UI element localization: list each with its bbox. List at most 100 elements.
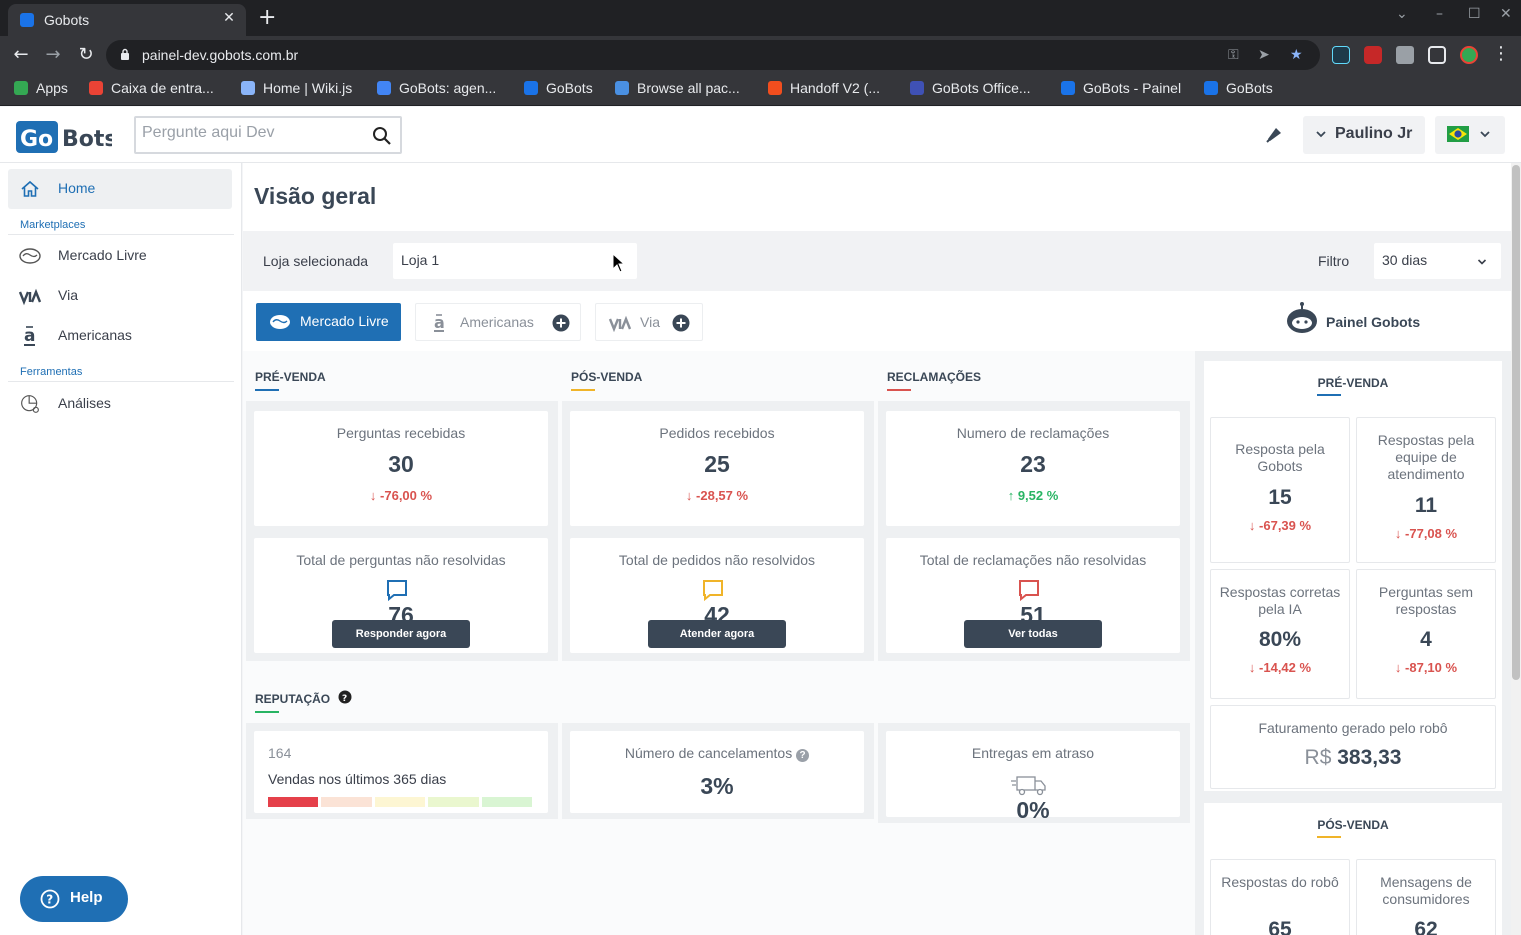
card-title: Total de perguntas não resolvidas [296,552,506,568]
card-delta: ↓ -28,57 % [685,488,749,503]
add-circle-icon[interactable] [552,314,570,332]
user-menu-button[interactable]: Paulino Jr [1303,116,1425,154]
reputation-thermometer [268,797,532,807]
card-title: Total de reclamações não resolvidas [919,552,1147,568]
info-icon[interactable]: ? [796,749,810,762]
app-header: Go Bots Paulino Jr [0,107,1521,163]
gobots-favicon-icon [20,13,34,27]
figma-icon [768,81,782,95]
browser-menu-icon[interactable]: ⋮ [1490,43,1512,64]
send-icon[interactable]: ➤ [1258,47,1270,63]
bookmark-star-icon[interactable]: ★ [1290,47,1303,63]
period-filter-value: 30 dias [1382,252,1428,268]
sidebar-item-americanas[interactable]: a Americanas [8,318,232,354]
sidebar-item-via[interactable]: Via [8,278,232,314]
bookmark-calendar[interactable]: GoBots: agen... [377,80,496,96]
bookmark-browse-packages[interactable]: Browse all pac... [615,80,740,96]
gobots-icon [1204,81,1218,95]
marketplace-tabs: Mercado Livre a Americanas Via Painel Go… [243,291,1511,351]
browser-tab[interactable]: Gobots ✕ [8,4,246,36]
americanas-icon: a [24,326,35,346]
sidebar-item-analises[interactable]: Análises [8,386,232,422]
react-devtools-extension-icon[interactable] [1332,46,1350,64]
maximize-icon[interactable]: ☐ [1468,6,1481,22]
side-panel-icon[interactable] [1428,46,1446,64]
close-window-icon[interactable]: ✕ [1500,6,1512,22]
redux-extension-icon[interactable] [1364,46,1382,64]
store-select-value: Loja 1 [401,252,440,268]
store-select[interactable]: Loja 1 [393,243,637,279]
painel-pos-venda: PÓS-VENDA Respostas do robô 65 Mensagens… [1204,803,1502,935]
bookmark-wiki[interactable]: Home | Wiki.js [241,80,352,96]
bookmark-gobots[interactable]: GoBots [524,80,593,96]
bookmark-gmail[interactable]: Caixa de entra... [89,80,214,96]
reputation-info-icon[interactable]: ? [338,690,352,704]
card-title: Resposta pela Gobots [1235,441,1325,474]
search-box [134,116,402,154]
sidebar-item-label: Via [58,287,78,303]
question-circle-icon: ? [40,889,60,909]
period-filter-select[interactable]: 30 dias [1374,243,1501,279]
card-pedidos-recebidos: Pedidos recebidos 25 ↓ -28,57 % [570,411,864,526]
bookmark-gobots-painel[interactable]: GoBots - Painel [1061,80,1181,96]
card-value: 25 [704,451,730,477]
back-icon[interactable]: ← [10,44,32,65]
url-field[interactable]: painel-dev.gobots.com.br ⚿ ➤ ★ [106,40,1320,70]
column-pos-venda: Pedidos recebidos 25 ↓ -28,57 % Total de… [562,401,874,661]
card-respostas-robo: Respostas do robô 65 [1210,859,1350,935]
tab-label: Americanas [460,314,534,330]
bookmark-handoff[interactable]: Handoff V2 (... [768,80,880,96]
profile-avatar-icon[interactable] [1460,46,1478,64]
card-title: Respostas corretas pela IA [1219,584,1341,617]
bookmark-gobots-2[interactable]: GoBots [1204,80,1273,96]
close-tab-icon[interactable]: ✕ [220,10,238,26]
heading-underline [887,389,911,391]
minimize-icon[interactable]: – [1436,6,1443,22]
brazil-flag-icon [1447,126,1469,142]
sales-count: 164 [268,745,292,761]
tab-via[interactable]: Via [595,303,703,341]
arrow-down-icon: ↓ [1394,526,1406,541]
tab-mercado-livre[interactable]: Mercado Livre [256,303,401,341]
sidebar-item-home[interactable]: Home [8,169,232,209]
help-button[interactable]: ? Help [20,876,128,922]
reload-icon[interactable]: ↻ [75,44,97,65]
add-circle-icon[interactable] [672,314,690,332]
search-input[interactable] [142,124,362,142]
scrollbar-thumb[interactable] [1512,165,1520,680]
tab-search-icon[interactable]: ⌄ [1396,6,1408,22]
responder-agora-button[interactable]: Responder agora [332,620,470,648]
card-value: R$ 383,33 [1304,746,1402,769]
extensions-puzzle-icon[interactable] [1396,46,1414,64]
language-select[interactable] [1435,116,1505,154]
bookmark-apps[interactable]: Apps [14,80,68,96]
atender-agora-button[interactable]: Atender agora [648,620,786,648]
column-reputacao-entregas: Entregas em atraso 0% [878,723,1190,823]
ver-todas-button[interactable]: Ver todas [964,620,1102,648]
heading-underline [1317,394,1341,396]
office-icon [910,81,924,95]
thermometer-segment [321,797,372,807]
card-delta: ↓ -14,42 % [1248,660,1312,675]
sidebar-item-mercado-livre[interactable]: Mercado Livre [8,238,232,274]
new-tab-icon[interactable]: + [258,5,276,30]
browser-tab-bar: Gobots ✕ + ⌄ – ☐ ✕ [0,0,1521,36]
search-icon[interactable] [372,126,392,146]
bookmark-gobots-office[interactable]: GoBots Office... [910,80,1031,96]
svg-text:Go: Go [20,127,53,152]
sidebar-item-label: Americanas [58,327,132,343]
page-scrollbar[interactable] [1511,163,1521,935]
tab-americanas[interactable]: a Americanas [415,303,581,341]
sidebar-section-marketplaces: Marketplaces [20,219,86,231]
card-title: Respostas pela equipe de atendimento [1377,432,1475,482]
thermometer-segment [481,797,532,807]
chat-bubble-icon [703,580,723,602]
card-delta: ↓ -87,10 % [1394,660,1458,675]
gobots-logo[interactable]: Go Bots [16,117,112,155]
sidebar-item-label: Home [58,180,96,196]
painel-section-heading: PRÉ-VENDA [1204,376,1502,396]
key-icon[interactable]: ⚿ [1228,47,1239,63]
rocket-notification-icon[interactable] [1264,125,1284,145]
svg-text:?: ? [46,893,53,907]
forward-icon[interactable]: → [42,44,64,65]
